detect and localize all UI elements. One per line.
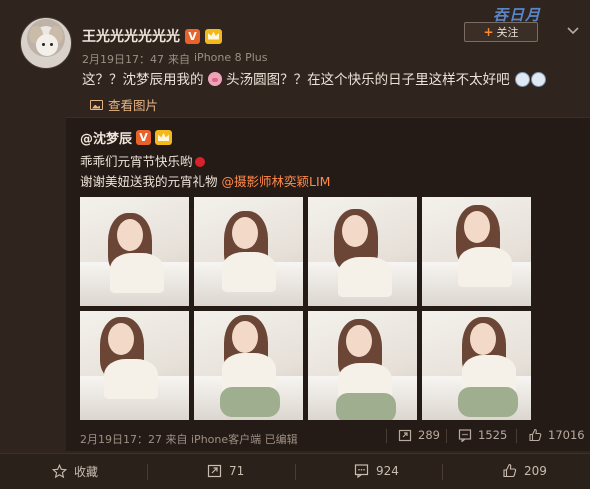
vip-crown-icon xyxy=(205,28,222,44)
photo-thumbnail[interactable] xyxy=(422,197,531,306)
post-text-part1: 这？？沈梦辰用我的 xyxy=(82,72,204,88)
surprised-emoji-icon xyxy=(530,72,546,87)
retweet-like-count: 17016 xyxy=(548,428,585,442)
vip-crown-icon xyxy=(155,130,173,145)
post-text: 这？？沈梦辰用我的 头汤圆图？？在这个快乐的日子里这样不太好吧 xyxy=(82,71,582,89)
repost-icon xyxy=(398,429,412,442)
retweet-repost-count: 289 xyxy=(418,428,440,442)
star-icon xyxy=(52,464,67,479)
comment-button[interactable]: 924 xyxy=(354,463,399,478)
retweet-author-name[interactable]: @沈梦辰 xyxy=(80,128,132,147)
retweet-author-row: @沈梦辰 V xyxy=(80,128,173,147)
retweet-comment-count: 1525 xyxy=(478,428,508,442)
surprised-emoji-icon xyxy=(514,72,530,87)
retweet-time[interactable]: 2月19日17：27 xyxy=(80,433,162,446)
comment-count: 924 xyxy=(376,463,399,478)
post-from-label: 来自 xyxy=(168,53,190,66)
footer-divider xyxy=(442,464,443,480)
post-action-bar: 收藏 71 924 209 xyxy=(0,453,590,489)
plus-icon: + xyxy=(483,25,494,39)
retweet-block: @沈梦辰 V 乖乖们元宵节快乐哟 谢谢美妞送我的元宵礼物 @摄影师林奕颖LIM … xyxy=(66,117,590,451)
retweet-device: iPhone客户端 xyxy=(191,433,262,446)
image-icon xyxy=(90,99,103,110)
weibo-post-card: 王光光光光光光 V 2月19日17：47 来自 iPhone 8 Plus 吞日… xyxy=(0,0,590,489)
retweet-text-line2: 谢谢美妞送我的元宵礼物 @摄影师林奕颖LIM xyxy=(80,171,330,190)
follow-button[interactable]: + 关注 xyxy=(464,22,538,42)
comment-icon xyxy=(354,464,369,478)
retweet-text-line1: 乖乖们元宵节快乐哟 xyxy=(80,151,205,170)
view-pictures-label: 查看图片 xyxy=(108,98,159,113)
photo-thumbnail[interactable] xyxy=(308,197,417,306)
retweet-comment-stat[interactable]: 1525 xyxy=(446,428,508,443)
repost-button[interactable]: 71 xyxy=(207,463,244,478)
post-time[interactable]: 2月19日17：47 xyxy=(82,51,164,67)
retweet-meta: 2月19日17：27 来自 iPhone客户端 已编辑 xyxy=(80,431,298,447)
pig-emoji-icon xyxy=(207,72,222,86)
photo-thumbnail[interactable] xyxy=(80,197,189,306)
author-avatar[interactable] xyxy=(20,17,72,69)
photo-grid xyxy=(80,197,580,420)
repost-icon xyxy=(207,464,222,478)
verified-v-icon: V xyxy=(185,28,200,44)
comment-icon xyxy=(458,429,472,442)
thumbs-up-icon xyxy=(529,428,542,442)
like-count: 209 xyxy=(524,463,547,478)
view-pictures-link[interactable]: 查看图片 xyxy=(90,95,158,114)
photo-thumbnail[interactable] xyxy=(194,311,303,420)
footer-divider xyxy=(295,464,296,480)
chevron-down-icon[interactable] xyxy=(565,22,581,38)
photo-thumbnail[interactable] xyxy=(194,197,303,306)
author-name[interactable]: 王光光光光光光 xyxy=(82,26,180,46)
author-row: 王光光光光光光 V xyxy=(82,26,222,46)
repost-count: 71 xyxy=(229,463,245,478)
footer-divider xyxy=(147,464,148,480)
verified-v-icon: V xyxy=(136,130,152,145)
post-device: iPhone 8 Plus xyxy=(194,51,268,64)
retweet-edited[interactable]: 已编辑 xyxy=(265,433,298,446)
photo-thumbnail[interactable] xyxy=(308,311,417,420)
retweet-from-label: 来自 xyxy=(165,433,188,446)
post-text-part2: 头汤圆图？？在这个快乐的日子里这样不太好吧 xyxy=(226,72,510,88)
retweet-repost-stat[interactable]: 289 xyxy=(386,428,440,443)
retweet-like-stat[interactable]: 17016 xyxy=(516,428,585,443)
retweet-text: 乖乖们元宵节快乐哟 xyxy=(80,154,193,169)
retweet-text: 谢谢美妞送我的元宵礼物 xyxy=(80,174,222,189)
photographer-mention-link[interactable]: @摄影师林奕颖LIM xyxy=(221,174,330,189)
photo-thumbnail[interactable] xyxy=(80,311,189,420)
favorite-button[interactable]: 收藏 xyxy=(52,463,98,480)
favorite-label: 收藏 xyxy=(74,465,99,479)
like-button[interactable]: 209 xyxy=(502,463,547,478)
red-emoji-icon xyxy=(194,157,205,167)
photo-thumbnail[interactable] xyxy=(422,311,531,420)
follow-label: 关注 xyxy=(496,26,519,39)
thumbs-up-icon xyxy=(503,463,517,478)
post-meta: 2月19日17：47 来自 iPhone 8 Plus xyxy=(82,51,268,67)
